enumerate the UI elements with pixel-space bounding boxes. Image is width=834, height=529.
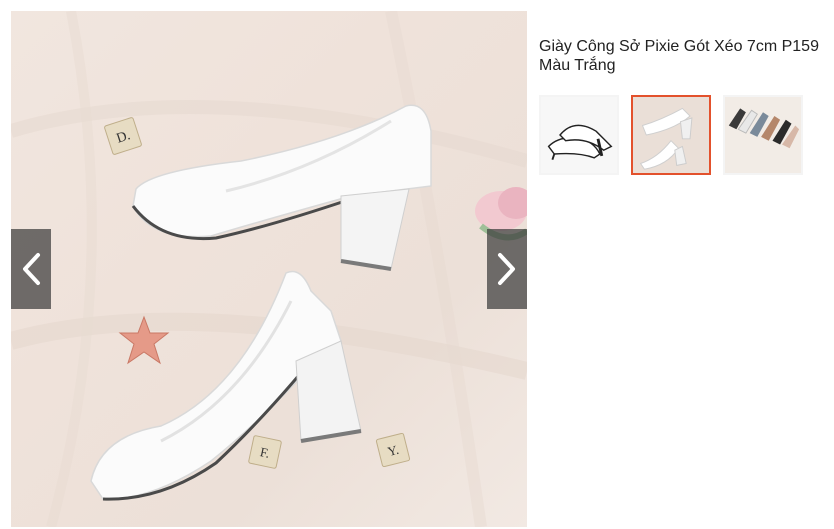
- product-gallery-page: D. F. Y. Giày Công Sở Pixie Gót Xéo 7cm …: [0, 0, 834, 529]
- product-info: Giày Công Sở Pixie Gót Xéo 7cm P159 Màu …: [539, 37, 824, 75]
- main-product-image: D. F. Y.: [11, 11, 527, 527]
- thumbnail-3[interactable]: [723, 95, 803, 175]
- thumbnail-1[interactable]: [539, 95, 619, 175]
- upper-white-heel: [131, 104, 432, 271]
- letter-tile-y: Y.: [375, 432, 411, 468]
- thumbnail-strip: [539, 95, 803, 175]
- chevron-right-icon: [498, 253, 515, 285]
- thumbnail-2[interactable]: [631, 95, 711, 175]
- shoe-color-variants-thumbnail: [725, 97, 801, 173]
- chevron-left-icon: [23, 253, 40, 285]
- product-title: Giày Công Sở Pixie Gót Xéo 7cm P159 Màu …: [539, 38, 819, 74]
- letter-tile-f: F.: [248, 435, 282, 469]
- next-image-button[interactable]: [487, 229, 527, 309]
- white-shoes-side-view-thumbnail: [541, 97, 617, 173]
- previous-image-button[interactable]: [11, 229, 51, 309]
- letter-tile-d: D.: [104, 117, 142, 155]
- lower-white-heel: [90, 270, 362, 501]
- white-shoes-top-view-thumbnail: [633, 97, 709, 173]
- white-heels-photo: D. F. Y.: [11, 11, 527, 527]
